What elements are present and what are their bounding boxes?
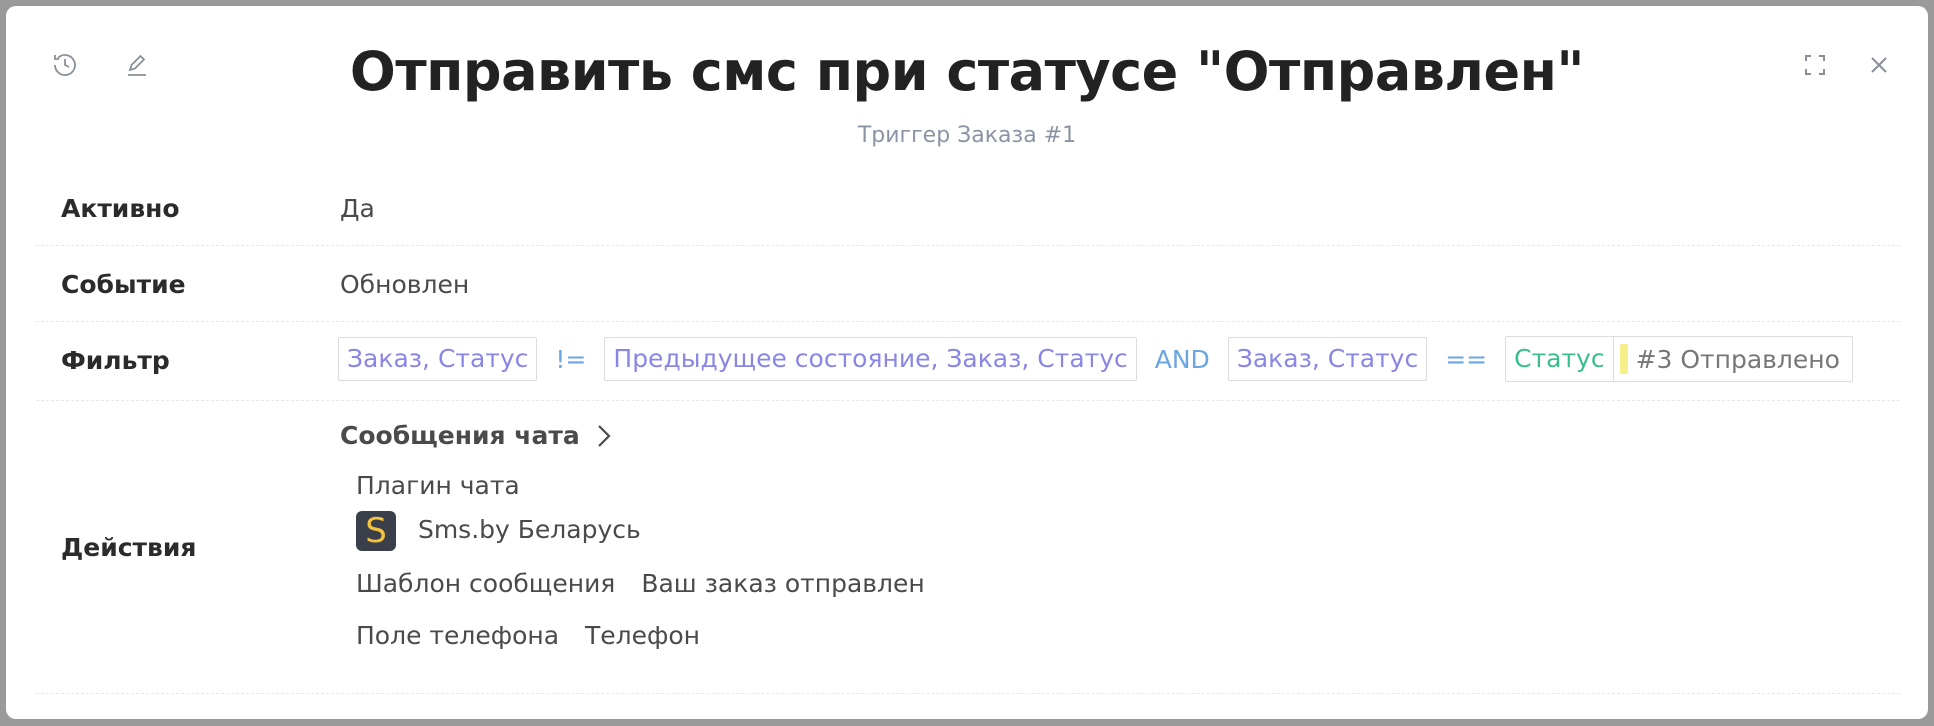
template-value: Ваш заказ отправлен	[641, 569, 925, 598]
filter-operator-not-equal: !=	[555, 344, 587, 374]
status-key: Статус	[1506, 337, 1614, 381]
active-value: Да	[340, 194, 375, 223]
template-row: Шаблон сообщения Ваш заказ отправлен	[356, 569, 925, 598]
page-subtitle: Триггер Заказа #1	[857, 123, 1077, 148]
filter-chip-order-status[interactable]: Заказ, Статус	[338, 337, 538, 381]
row-actions: Действия Сообщения чата Плагин чата S Sm…	[36, 401, 1900, 694]
phone-label: Поле телефона	[356, 621, 560, 650]
plugin-value: S Sms.by Беларусь	[356, 511, 641, 551]
event-value: Обновлен	[340, 270, 470, 299]
filter-label: Фильтр	[61, 346, 170, 375]
filter-status-chip[interactable]: Статус #3 Отправлено	[1505, 336, 1853, 382]
event-label: Событие	[61, 270, 186, 299]
phone-row: Поле телефона Телефон	[356, 621, 700, 650]
sms-plugin-logo: S	[356, 511, 396, 551]
chevron-right-icon	[597, 424, 611, 447]
row-active: Активно Да	[36, 170, 1900, 246]
filter-operator-and: AND	[1154, 344, 1210, 374]
chat-messages-title: Сообщения чата	[340, 421, 580, 450]
plugin-label: Плагин чата	[356, 471, 520, 500]
active-label: Активно	[61, 194, 180, 223]
status-value: #3 Отправлено	[1614, 337, 1852, 381]
template-label: Шаблон сообщения	[356, 569, 616, 598]
status-color-marker	[1619, 344, 1628, 374]
row-filter: Фильтр Заказ, Статус != Предыдущее состо…	[36, 322, 1900, 401]
phone-value: Телефон	[585, 621, 701, 650]
filter-operator-equal: ==	[1445, 344, 1488, 374]
plugin-name: Sms.by Беларусь	[417, 515, 641, 544]
status-value-text: #3 Отправлено	[1635, 344, 1840, 374]
filter-chip-previous-state[interactable]: Предыдущее состояние, Заказ, Статус	[604, 337, 1137, 381]
actions-label: Действия	[61, 533, 197, 562]
page-title: Отправить смс при статусе "Отправлен"	[349, 40, 1585, 103]
row-event: Событие Обновлен	[36, 246, 1900, 322]
filter-chip-order-status-2[interactable]: Заказ, Статус	[1227, 337, 1428, 381]
filter-expression: Заказ, Статус != Предыдущее состояние, З…	[338, 336, 1853, 382]
chat-messages-section[interactable]: Сообщения чата	[340, 421, 612, 450]
trigger-modal: Отправить смс при статусе "Отправлен" Тр…	[6, 6, 1928, 719]
